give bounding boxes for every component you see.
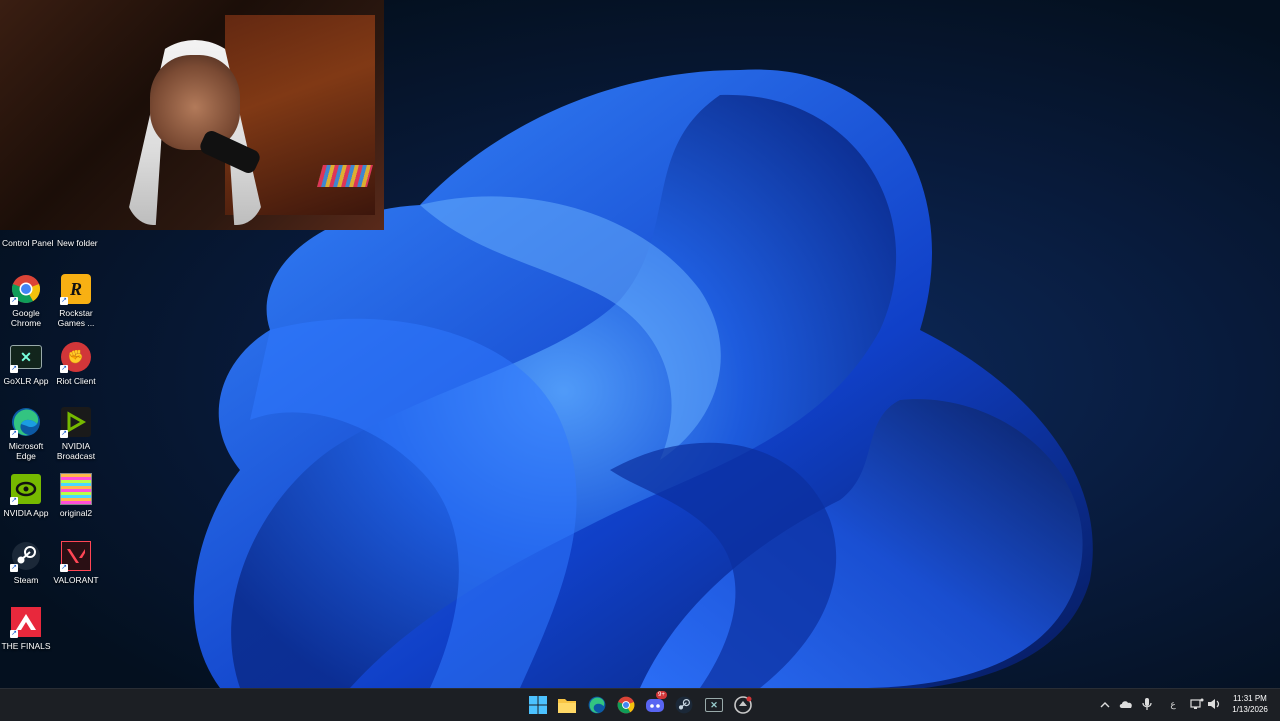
start-icon	[529, 696, 547, 714]
taskbar-discord[interactable]: 9+	[644, 691, 667, 716]
desktop-icon-valorant[interactable]: ↗ VALORANT	[50, 540, 102, 585]
desktop-label-control-panel[interactable]: Control Panel	[2, 238, 54, 248]
start-button[interactable]	[527, 694, 549, 716]
discord-icon	[646, 699, 664, 712]
taskbar-edge[interactable]	[586, 694, 608, 716]
desktop-icon-nvidia-app[interactable]: ↗ NVIDIA App	[0, 473, 52, 518]
edge-icon	[588, 696, 606, 714]
image-file-icon	[60, 473, 92, 505]
desktop-icon-label: GoXLR App	[3, 376, 49, 386]
desktop-icon-label: Riot Client	[56, 376, 96, 386]
nvidia-broadcast-icon: ↗	[60, 406, 92, 438]
clock-time: 11:31 PM	[1233, 694, 1267, 703]
nvidia-icon: ↗	[10, 473, 42, 505]
desktop-icon-steam[interactable]: ↗ Steam	[0, 540, 52, 585]
desktop: Control Panel New folder ↗ Google Chrome…	[0, 0, 1280, 688]
steam-icon	[675, 696, 693, 714]
tray-volume[interactable]	[1207, 697, 1221, 711]
desktop-icon-the-finals[interactable]: ↗ THE FINALS	[0, 606, 52, 651]
the-finals-icon: ↗	[10, 606, 42, 638]
desktop-icon-label: THE FINALS	[1, 641, 51, 651]
taskbar-steam[interactable]	[673, 694, 695, 716]
tray-microphone[interactable]	[1140, 697, 1154, 711]
taskbar: 9+ ✕ ع 11:31 PM 1/13/2026	[0, 688, 1280, 721]
desktop-icon-original2[interactable]: original2	[50, 473, 102, 518]
desktop-icon-label: Google Chrome	[10, 308, 42, 328]
desktop-icon-label: Rockstar Games ...	[57, 308, 95, 328]
desktop-icon-riot-client[interactable]: ✊ ↗ Riot Client	[50, 341, 102, 386]
network-icon	[1190, 698, 1204, 709]
tray-language[interactable]: ع	[1166, 697, 1180, 711]
desktop-icon-google-chrome[interactable]: ↗ Google Chrome	[0, 273, 52, 328]
desktop-icon-label: original2	[59, 508, 93, 518]
chrome-icon	[617, 696, 635, 714]
taskbar-chrome[interactable]	[615, 694, 637, 716]
chevron-up-icon	[1100, 701, 1110, 707]
webcam-rgb-lights	[317, 165, 373, 187]
desktop-icon-label: NVIDIA App	[3, 508, 49, 518]
chrome-icon: ↗	[10, 273, 42, 305]
desktop-icon-label: NVIDIA Broadcast	[56, 441, 96, 461]
riot-icon: ✊ ↗	[60, 341, 92, 373]
desktop-icon-label: Steam	[13, 575, 39, 585]
rockstar-icon: R ↗	[60, 273, 92, 305]
desktop-icon-label: VALORANT	[53, 575, 99, 585]
taskbar-clock[interactable]: 11:31 PM 1/13/2026	[1222, 693, 1278, 715]
taskbar-file-explorer[interactable]	[556, 694, 578, 716]
goxlr-icon: ✕ ↗	[10, 341, 42, 373]
taskbar-riot[interactable]	[732, 694, 754, 716]
webcam-face	[150, 55, 240, 150]
microphone-icon	[1142, 698, 1152, 710]
desktop-label-new-folder[interactable]: New folder	[57, 238, 98, 248]
tray-onedrive[interactable]	[1119, 697, 1133, 711]
desktop-icon-nvidia-broadcast[interactable]: ↗ NVIDIA Broadcast	[50, 406, 102, 461]
desktop-icon-microsoft-edge[interactable]: ↗ Microsoft Edge	[0, 406, 52, 461]
valorant-icon: ↗	[60, 540, 92, 572]
cloud-icon	[1119, 701, 1132, 708]
webcam-overlay	[0, 0, 384, 230]
desktop-icon-label: Microsoft Edge	[8, 441, 44, 461]
discord-badge: 9+	[656, 691, 667, 699]
edge-icon: ↗	[10, 406, 42, 438]
desktop-icon-goxlr-app[interactable]: ✕ ↗ GoXLR App	[0, 341, 52, 386]
goxlr-icon: ✕	[705, 698, 723, 712]
riot-icon	[734, 696, 752, 714]
taskbar-goxlr[interactable]: ✕	[703, 694, 725, 716]
clock-date: 1/13/2026	[1232, 705, 1268, 714]
desktop-icon-rockstar-games[interactable]: R ↗ Rockstar Games ...	[50, 273, 102, 328]
file-explorer-icon	[558, 699, 576, 713]
speaker-icon	[1208, 699, 1220, 709]
steam-icon: ↗	[10, 540, 42, 572]
tray-network[interactable]	[1190, 697, 1204, 711]
tray-overflow-button[interactable]	[1098, 697, 1112, 711]
